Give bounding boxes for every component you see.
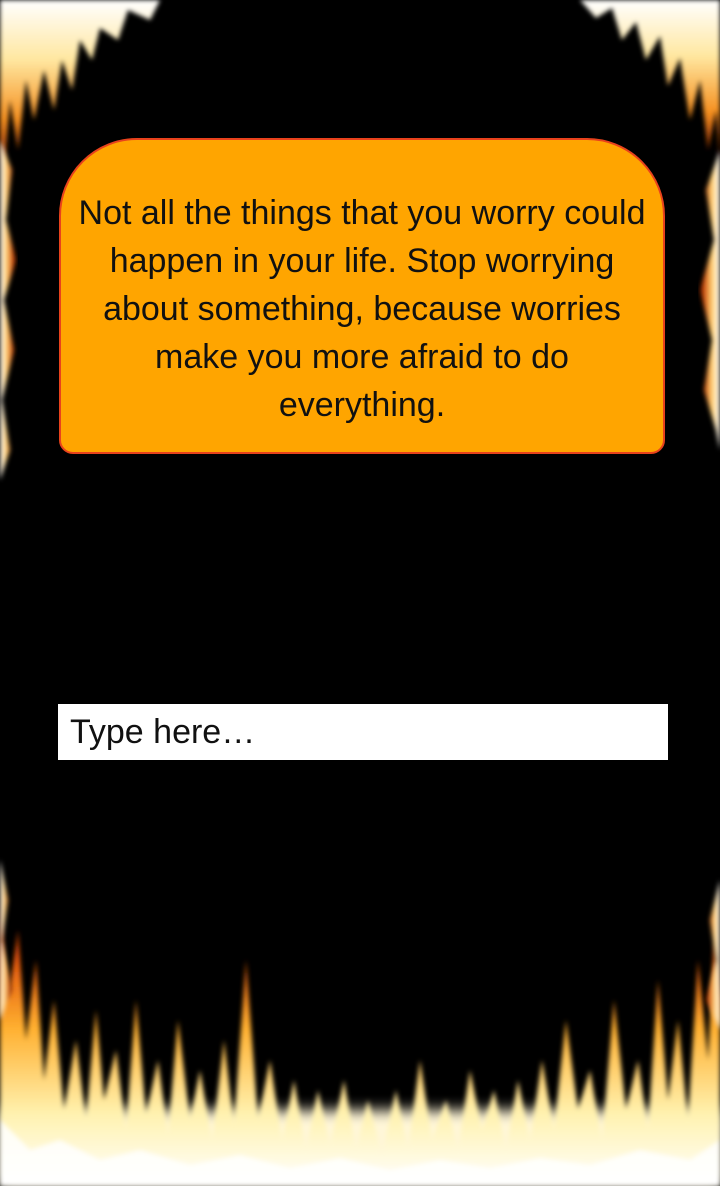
quote-text: Not all the things that you worry could … — [78, 194, 646, 424]
app-screen: Not all the things that you worry could … — [0, 0, 720, 1186]
answer-input[interactable] — [58, 704, 668, 760]
quote-card: Not all the things that you worry could … — [59, 138, 665, 454]
